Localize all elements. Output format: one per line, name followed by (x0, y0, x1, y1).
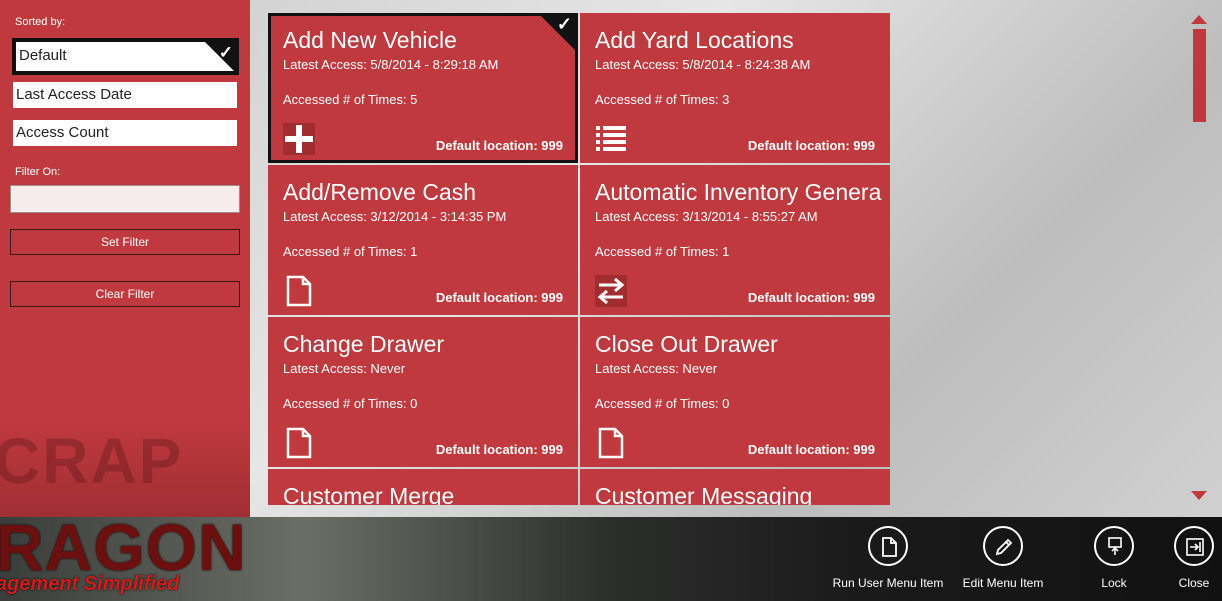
sort-option-last-access-date[interactable]: Last Access Date (13, 82, 237, 108)
set-filter-button[interactable]: Set Filter (10, 229, 240, 255)
tile-title: Change Drawer (283, 331, 445, 357)
tile-title: Customer Merge (283, 483, 455, 505)
lock-screen-icon (1094, 526, 1134, 566)
tile-access-count: Accessed # of Times: 5 (283, 92, 418, 107)
tile-change-drawer[interactable]: Change Drawer Latest Access: Never Acces… (268, 317, 578, 467)
swap-arrows-icon (595, 275, 627, 307)
document-icon (595, 427, 627, 459)
tile-latest-access: Latest Access: 3/12/2014 - 3:14:35 PM (283, 209, 507, 224)
tile-add-yard-locations[interactable]: Add Yard Locations Latest Access: 5/8/20… (580, 13, 890, 163)
scroll-down-arrow-icon[interactable] (1191, 491, 1207, 500)
tile-customer-merge[interactable]: Customer Merge (268, 469, 578, 505)
sort-filter-panel: CRAP Sorted by: Default ✓ Last Access Da… (0, 0, 250, 517)
document-icon (283, 427, 315, 459)
sort-option-label: Last Access Date (16, 86, 132, 103)
tile-access-count: Accessed # of Times: 1 (283, 244, 418, 259)
exit-icon (1174, 526, 1214, 566)
tile-default-location: Default location: 999 (747, 138, 875, 153)
document-icon (868, 526, 908, 566)
scroll-up-arrow-icon[interactable] (1191, 15, 1207, 24)
tile-default-location: Default location: 999 (435, 138, 563, 153)
brand-tagline: agement Simplified (0, 573, 180, 595)
clear-filter-button[interactable]: Clear Filter (10, 281, 240, 307)
checkmark-icon: ✓ (218, 43, 233, 62)
list-icon (595, 123, 627, 155)
document-icon (283, 275, 315, 307)
tile-close-out-drawer[interactable]: Close Out Drawer Latest Access: Never Ac… (580, 317, 890, 467)
sort-option-default[interactable]: Default ✓ (12, 38, 239, 75)
tile-automatic-inventory-generation[interactable]: Automatic Inventory Genera Latest Access… (580, 165, 890, 315)
tile-title: Add Yard Locations (595, 27, 794, 53)
tile-add-new-vehicle[interactable]: Add New Vehicle Latest Access: 5/8/2014 … (268, 13, 578, 163)
tile-default-location: Default location: 999 (747, 290, 875, 305)
tile-default-location: Default location: 999 (435, 290, 563, 305)
tile-access-count: Accessed # of Times: 1 (595, 244, 730, 259)
plus-icon (283, 123, 315, 155)
tile-add-remove-cash[interactable]: Add/Remove Cash Latest Access: 3/12/2014… (268, 165, 578, 315)
sort-option-label: Access Count (16, 124, 109, 141)
run-user-menu-item-button[interactable]: Run User Menu Item (823, 526, 953, 600)
sort-option-access-count[interactable]: Access Count (13, 120, 237, 146)
tile-latest-access: Latest Access: Never (595, 361, 718, 376)
tile-title: Customer Messaging (595, 483, 813, 505)
tile-title: Add/Remove Cash (283, 179, 477, 205)
tile-access-count: Accessed # of Times: 0 (283, 396, 418, 411)
sorted-by-label: Sorted by: (15, 16, 66, 28)
pencil-icon (983, 526, 1023, 566)
run-user-menu-item-label: Run User Menu Item (832, 576, 944, 590)
background-logo-text: CRAP (0, 425, 184, 497)
close-button[interactable]: Close (1129, 526, 1222, 600)
scrollbar-thumb[interactable] (1193, 29, 1206, 122)
menu-item-grid: Add New Vehicle Latest Access: 5/8/2014 … (268, 13, 890, 505)
filter-input[interactable] (10, 185, 240, 213)
filter-on-label: Filter On: (15, 166, 61, 178)
tile-title: Close Out Drawer (595, 331, 778, 357)
tile-latest-access: Latest Access: Never (283, 361, 406, 376)
tile-title: Add New Vehicle (283, 27, 457, 53)
tile-access-count: Accessed # of Times: 3 (595, 92, 730, 107)
tile-latest-access: Latest Access: 5/8/2014 - 8:24:38 AM (595, 57, 811, 72)
tile-default-location: Default location: 999 (435, 442, 563, 457)
bottom-app-bar: RAGON agement Simplified Run User Menu I… (0, 517, 1222, 601)
checkmark-icon: ✓ (556, 14, 572, 34)
tile-default-location: Default location: 999 (747, 442, 875, 457)
close-label: Close (1178, 576, 1210, 590)
tile-latest-access: Latest Access: 5/8/2014 - 8:29:18 AM (283, 57, 499, 72)
tile-title: Automatic Inventory Genera (595, 179, 882, 205)
tile-access-count: Accessed # of Times: 0 (595, 396, 730, 411)
tile-customer-messaging[interactable]: Customer Messaging (580, 469, 890, 505)
sort-option-label: Default (19, 47, 67, 64)
tile-latest-access: Latest Access: 3/13/2014 - 8:55:27 AM (595, 209, 818, 224)
